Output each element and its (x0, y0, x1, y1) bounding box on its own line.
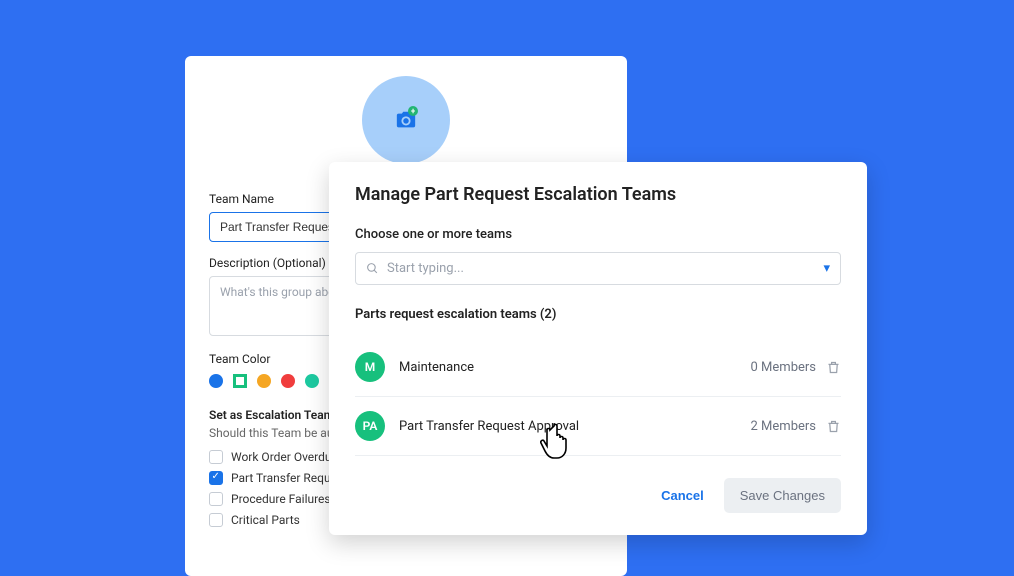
team-name: Maintenance (399, 360, 751, 375)
chevron-down-icon: ▾ (823, 261, 830, 276)
team-search-input[interactable]: Start typing... ▾ (355, 252, 841, 285)
checkbox-icon (209, 492, 223, 506)
team-avatar: M (355, 352, 385, 382)
team-avatar: PA (355, 411, 385, 441)
plus-icon: + (408, 106, 418, 116)
team-name: Part Transfer Request Approval (399, 419, 751, 434)
team-row[interactable]: PA Part Transfer Request Approval 2 Memb… (355, 397, 841, 456)
team-members: 0 Members (751, 360, 816, 375)
modal-title: Manage Part Request Escalation Teams (355, 184, 841, 205)
color-swatch-blue[interactable] (209, 374, 223, 388)
checkbox-icon (209, 450, 223, 464)
check-label: Work Order Overdue (231, 450, 338, 464)
modal-actions: Cancel Save Changes (355, 478, 841, 513)
color-swatch-green-selected[interactable] (233, 374, 247, 388)
color-swatch-teal[interactable] (305, 374, 319, 388)
checkbox-icon (209, 471, 223, 485)
choose-teams-label: Choose one or more teams (355, 227, 841, 242)
color-swatch-red[interactable] (281, 374, 295, 388)
color-swatch-orange[interactable] (257, 374, 271, 388)
save-button[interactable]: Save Changes (724, 478, 841, 513)
check-label: Critical Parts (231, 513, 300, 527)
trash-icon[interactable] (826, 419, 841, 434)
search-icon (366, 262, 379, 275)
teams-list-title: Parts request escalation teams (2) (355, 307, 841, 322)
avatar-upload[interactable]: + (362, 76, 450, 164)
trash-icon[interactable] (826, 360, 841, 375)
escalation-modal: Manage Part Request Escalation Teams Cho… (329, 162, 867, 535)
team-members: 2 Members (751, 419, 816, 434)
checkbox-icon (209, 513, 223, 527)
search-placeholder: Start typing... (387, 261, 464, 276)
team-row[interactable]: M Maintenance 0 Members (355, 338, 841, 397)
cancel-button[interactable]: Cancel (655, 478, 710, 513)
